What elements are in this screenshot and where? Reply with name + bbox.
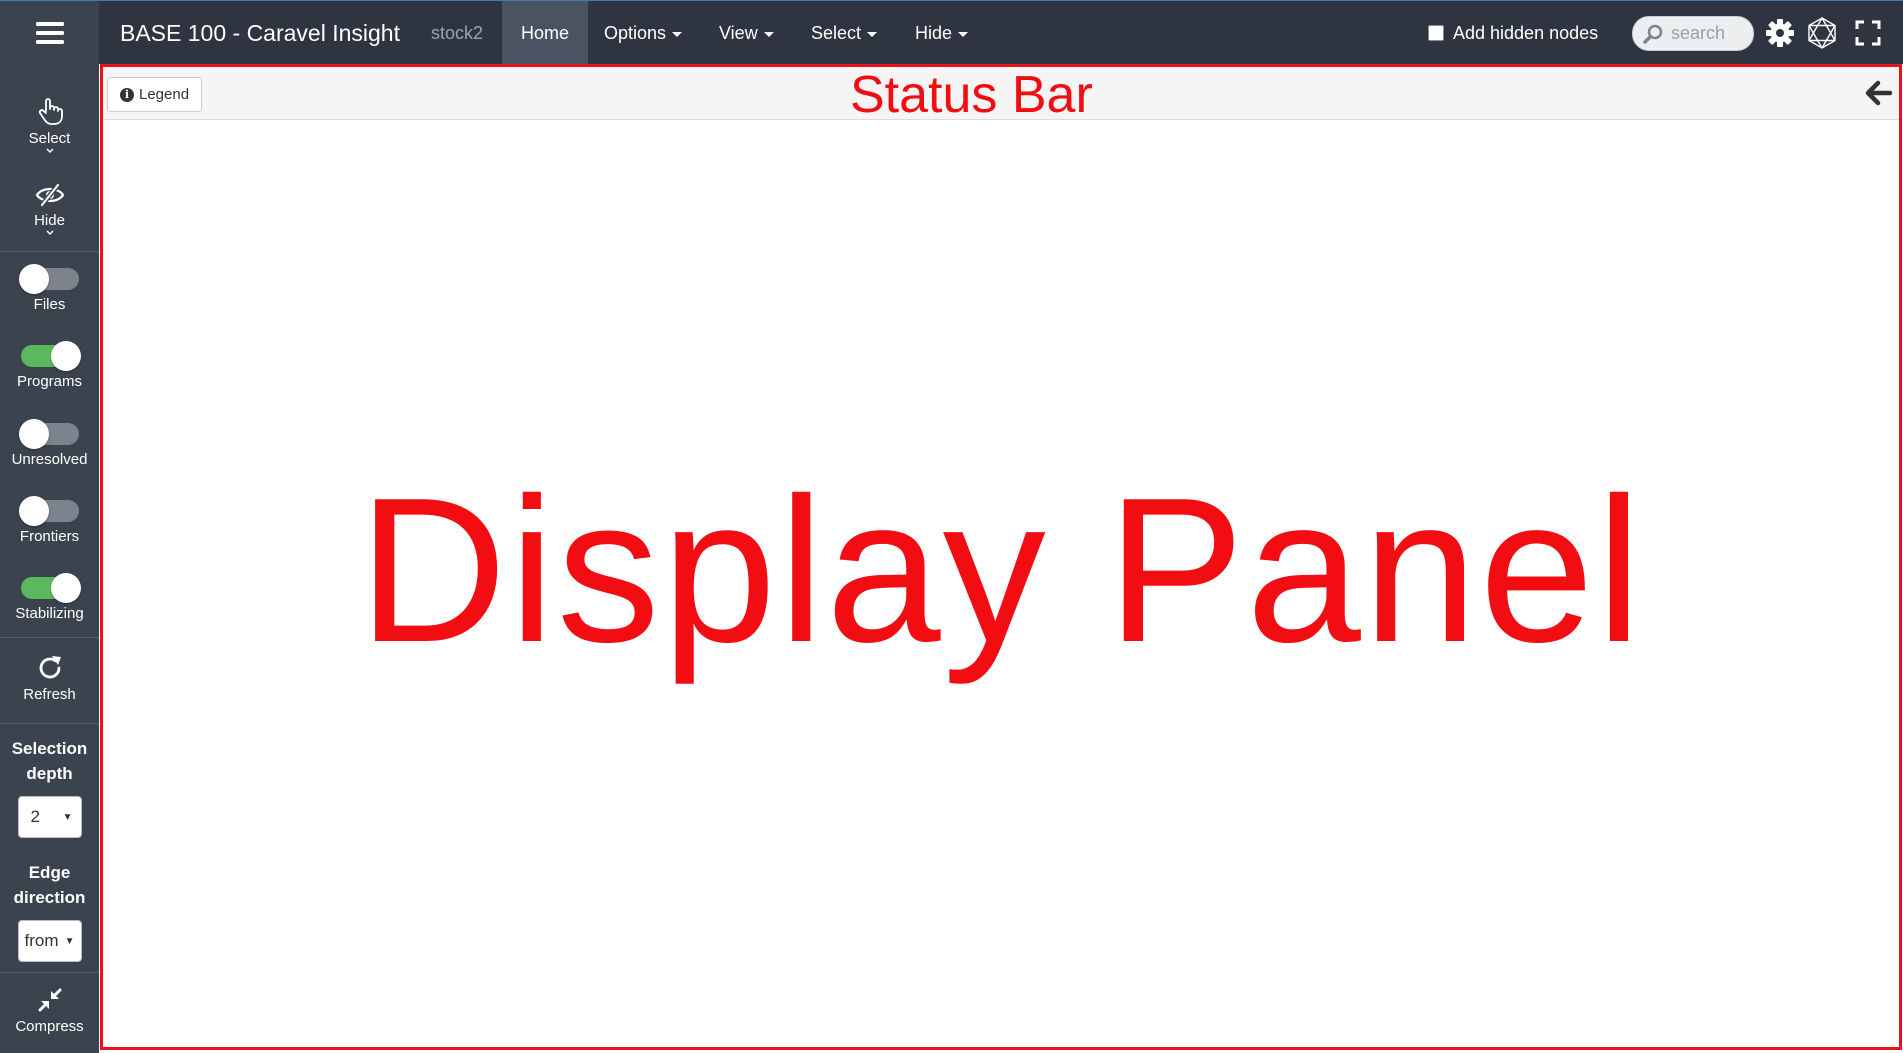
network-icon (1808, 17, 1836, 49)
network-view-button[interactable] (1804, 15, 1840, 51)
programs-toggle[interactable] (20, 341, 81, 371)
search-input[interactable] (1669, 22, 1749, 45)
add-hidden-nodes-option: Add hidden nodes (1428, 1, 1598, 65)
compress-button[interactable]: Compress (0, 986, 99, 1035)
refresh-label: Refresh (23, 686, 76, 703)
chevron-down-icon (45, 230, 54, 236)
sidebar-divider (0, 723, 99, 724)
sidebar-divider (0, 972, 99, 973)
files-toggle-label: Files (33, 296, 66, 313)
left-sidebar: Select Hide Files Programs Unresolved Fr… (0, 64, 99, 1053)
edge-direction-select[interactable]: from ▼ (17, 920, 82, 962)
selection-depth-group: Selection depth 2 ▼ (0, 736, 99, 838)
status-bar: i Legend Status Bar (103, 66, 1899, 124)
top-navbar: BASE 100 - Caravel Insight stock2 Home O… (0, 0, 1903, 65)
unresolved-toggle-group: Unresolved (0, 419, 99, 468)
hide-tool-button[interactable]: Hide (0, 182, 99, 237)
compress-label: Compress (15, 1018, 84, 1035)
edge-direction-heading: Edge direction (0, 860, 99, 910)
caret-down-icon (763, 31, 774, 37)
menu-button[interactable] (0, 1, 99, 65)
search-box (1632, 16, 1754, 51)
sidebar-divider (0, 251, 99, 252)
status-bar-annotation: Status Bar (850, 66, 1093, 124)
settings-button[interactable] (1762, 15, 1798, 51)
app-title: BASE 100 - Caravel Insight (120, 20, 400, 46)
nav-home[interactable]: Home (502, 1, 589, 65)
selection-depth-label-line2: depth (26, 764, 73, 783)
display-panel[interactable]: i Legend Status Bar Display Panel (100, 64, 1902, 1050)
legend-button-label: Legend (139, 86, 190, 103)
unresolved-toggle-label: Unresolved (11, 451, 88, 468)
stabilizing-toggle-group: Stabilizing (0, 573, 99, 622)
nav-options-label: Options (604, 23, 667, 43)
selection-depth-label-line1: Selection (11, 739, 88, 758)
frontiers-toggle[interactable] (18, 496, 79, 526)
gear-icon (1766, 19, 1794, 47)
chevron-down-icon (45, 148, 54, 154)
project-name-link[interactable]: stock2 (431, 1, 483, 65)
nav-select-label: Select (811, 23, 862, 43)
programs-toggle-label: Programs (16, 373, 83, 390)
arrow-left-icon[interactable] (1863, 78, 1893, 108)
legend-button[interactable]: i Legend (107, 77, 203, 112)
nav-view-label: View (719, 23, 758, 43)
sidebar-divider (0, 637, 99, 638)
menu-icon (35, 22, 64, 44)
search-icon (1643, 24, 1663, 44)
eye-slash-icon (35, 183, 64, 207)
display-panel-annotation: Display Panel (358, 455, 1644, 685)
edge-direction-label-line1: Edge (28, 863, 71, 882)
stabilizing-toggle[interactable] (20, 573, 81, 603)
add-hidden-nodes-checkbox[interactable] (1428, 25, 1444, 41)
nav-hide-label: Hide (915, 23, 953, 43)
nav-options-dropdown[interactable]: Options (604, 1, 683, 65)
select-tool-button[interactable]: Select (0, 96, 99, 155)
caret-down-icon (867, 31, 878, 37)
dropdown-arrow-icon: ▼ (62, 811, 73, 823)
selection-depth-value: 2 (30, 807, 40, 826)
select-tool-label: Select (28, 130, 71, 147)
frontiers-toggle-label: Frontiers (19, 528, 80, 545)
files-toggle-group: Files (0, 264, 99, 313)
compress-icon (38, 988, 61, 1012)
fullscreen-icon (1855, 20, 1881, 46)
programs-toggle-group: Programs (0, 341, 99, 390)
selection-depth-heading: Selection depth (0, 736, 99, 786)
selection-depth-select[interactable]: 2 ▼ (17, 796, 82, 838)
unresolved-toggle[interactable] (18, 419, 79, 449)
frontiers-toggle-group: Frontiers (0, 496, 99, 545)
edge-direction-group: Edge direction from ▼ (0, 860, 99, 962)
hand-pointer-icon (38, 98, 63, 125)
refresh-button[interactable]: Refresh (0, 654, 99, 703)
dropdown-arrow-icon: ▼ (64, 935, 75, 947)
files-toggle[interactable] (18, 264, 79, 294)
nav-home-label: Home (521, 23, 570, 43)
nav-hide-dropdown[interactable]: Hide (915, 1, 969, 65)
fullscreen-button[interactable] (1850, 15, 1886, 51)
nav-select-dropdown[interactable]: Select (811, 1, 878, 65)
caret-down-icon (958, 31, 969, 37)
hide-tool-label: Hide (34, 212, 65, 229)
add-hidden-nodes-label: Add hidden nodes (1453, 22, 1599, 43)
edge-direction-label-line2: direction (13, 888, 86, 907)
info-circle-icon: i (120, 87, 134, 102)
refresh-icon (39, 656, 61, 679)
stabilizing-toggle-label: Stabilizing (15, 605, 84, 622)
nav-view-dropdown[interactable]: View (719, 1, 774, 65)
edge-direction-value: from (24, 931, 59, 950)
caret-down-icon (672, 31, 683, 37)
